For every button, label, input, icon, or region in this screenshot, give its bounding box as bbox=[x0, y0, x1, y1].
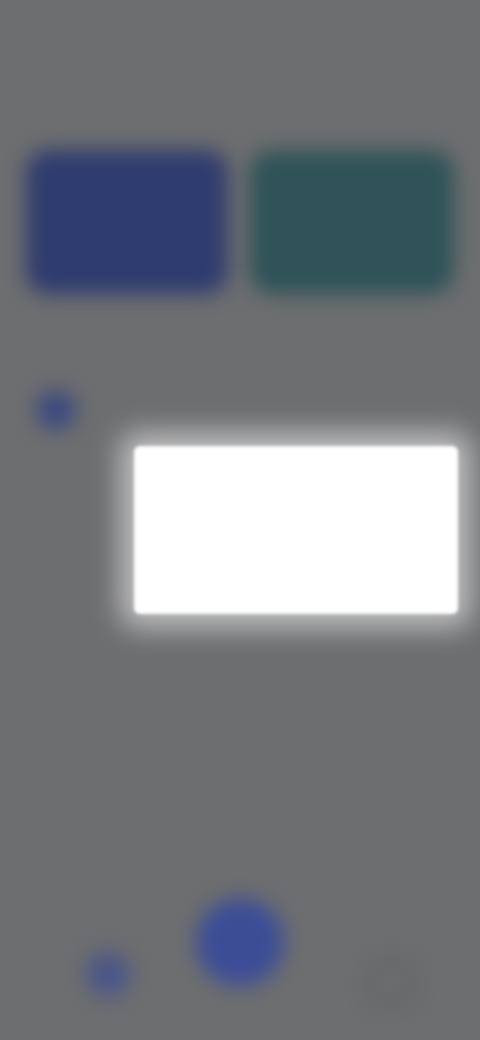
popup-menu bbox=[134, 446, 458, 614]
app-screen bbox=[0, 0, 480, 1040]
bottom-navigation bbox=[0, 880, 480, 1040]
summary-card-secondary[interactable] bbox=[250, 150, 454, 294]
profile-icon[interactable] bbox=[368, 960, 414, 1006]
list-item[interactable] bbox=[28, 388, 452, 444]
avatar bbox=[36, 390, 76, 430]
add-fab-button[interactable] bbox=[196, 898, 284, 986]
status-bar bbox=[0, 0, 480, 64]
summary-card-primary[interactable] bbox=[26, 150, 228, 294]
home-icon[interactable] bbox=[86, 952, 130, 996]
section-header bbox=[28, 322, 452, 346]
